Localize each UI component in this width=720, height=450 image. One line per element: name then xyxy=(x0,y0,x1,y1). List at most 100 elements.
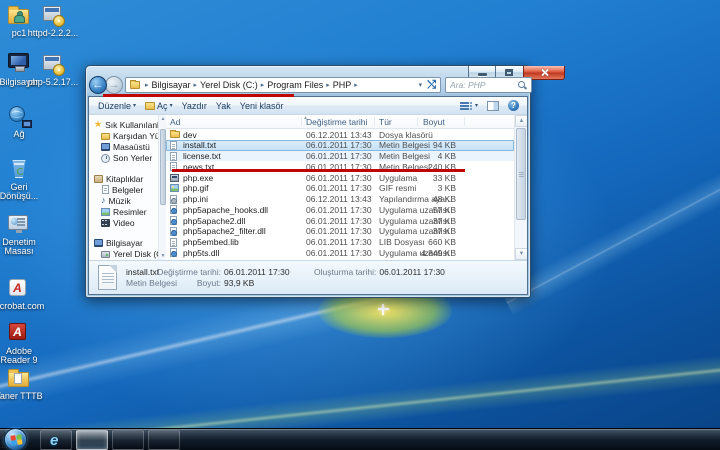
open-icon xyxy=(145,102,155,110)
control-panel-icon xyxy=(6,212,32,236)
desktop-icon-acrobat-com[interactable]: A Acrobat.com xyxy=(0,276,47,311)
start-button[interactable] xyxy=(4,428,27,450)
desktop-icon-label: php-5.2.17... xyxy=(28,77,79,87)
desktop-icon-taner-folder[interactable]: Taner TTTB xyxy=(0,366,47,401)
sidebar-group-libraries[interactable]: Kitaplıklar xyxy=(89,173,159,184)
desktop-icon-network[interactable]: Ağ xyxy=(0,104,47,139)
desktop-icon-php-installer[interactable]: php-5.2.17... xyxy=(25,52,81,87)
file-row-php5apache2-filter-dll[interactable]: php5apache2_filter.dll06.01.2011 17:30Uy… xyxy=(166,226,514,237)
breadcrumb-program-files[interactable]: Program Files xyxy=(267,80,323,90)
column-header-date[interactable]: Değiştirme tarihi xyxy=(306,117,367,127)
desktop-icon-label: Dönüşü... xyxy=(0,191,38,201)
desktop-icon-label: Acrobat.com xyxy=(0,301,44,311)
desktop-mini-icon xyxy=(101,143,110,151)
scrollbar-thumb[interactable] xyxy=(516,128,526,220)
recent-places-icon xyxy=(101,154,110,163)
breadcrumb-arrow-icon: ▸ xyxy=(351,81,361,89)
search-box[interactable]: Ara: PHP xyxy=(445,77,532,93)
organize-menu[interactable]: Düzenle▾ xyxy=(98,101,136,111)
taskbar-clock[interactable]: 13:50 06.12.2011 xyxy=(0,440,720,450)
desktop-icon-label: Reader 9 xyxy=(0,355,37,365)
change-view-icon[interactable] xyxy=(460,101,473,111)
address-bar[interactable]: ▸ Bilgisayar ▸ Yerel Disk (C:) ▸ Program… xyxy=(125,77,441,93)
file-row-php-gif[interactable]: php.gif06.01.2011 17:30GIF resmi3 KB xyxy=(166,183,514,194)
file-row-dev[interactable]: dev06.12.2011 13:43Dosya klasörü xyxy=(166,129,514,140)
sidebar-item-documents[interactable]: Belgeler xyxy=(89,184,159,195)
sidebar-group-favorites[interactable]: ★Sık Kullanılanlar xyxy=(89,119,159,130)
breadcrumb-arrow-icon: ▸ xyxy=(323,81,333,89)
desktop-icon-label: Taner TTTB xyxy=(0,391,43,401)
sidebar-item-music[interactable]: ♪Müzik xyxy=(89,195,159,206)
desktop-icon-recycle-bin[interactable]: Geri Dönüşü... xyxy=(0,157,47,201)
desktop-icon-httpd-installer[interactable]: httpd-2.2.2... xyxy=(25,3,81,38)
desktop-icon-label: Masası xyxy=(4,246,33,256)
new-folder-button[interactable]: Yeni klasör xyxy=(240,101,284,111)
computer-mini-icon xyxy=(94,239,103,247)
file-row-php-ini[interactable]: php.ini06.12.2011 13:43Yapılandırma ayar… xyxy=(166,194,514,205)
dll-file-icon xyxy=(170,248,177,257)
wallpaper-sparkle xyxy=(378,304,389,315)
installer-package-icon xyxy=(40,52,66,76)
taskbar-media-player[interactable] xyxy=(112,430,144,450)
forward-button[interactable]: → xyxy=(105,76,123,94)
refresh-icon[interactable]: ⤭ xyxy=(425,80,438,90)
folder-icon xyxy=(130,81,140,89)
file-list-scrollbar[interactable]: ▲ ▼ xyxy=(514,115,527,260)
sidebar-scrollbar[interactable]: ▲ ▼ xyxy=(158,115,166,260)
recycle-bin-icon xyxy=(6,157,32,181)
preview-pane-icon[interactable] xyxy=(487,101,499,111)
taskbar-windows-explorer-active[interactable] xyxy=(76,430,108,450)
sidebar-item-pictures[interactable]: Resimler xyxy=(89,206,159,217)
scroll-up-icon[interactable]: ▲ xyxy=(515,115,527,127)
print-button[interactable]: Yazdır xyxy=(182,101,207,111)
column-header-type[interactable]: Tür xyxy=(379,117,392,127)
desktop-icon-adobe-reader[interactable]: A Adobe Reader 9 xyxy=(0,321,47,365)
scroll-down-icon[interactable]: ▼ xyxy=(515,248,527,260)
acrobat-com-icon: A xyxy=(6,276,32,300)
breadcrumb-arrow-icon: ▸ xyxy=(258,81,268,89)
file-row-php5apache-hooks-dll[interactable]: php5apache_hooks.dll06.01.2011 17:30Uygu… xyxy=(166,204,514,215)
file-row-php5apache2-dll[interactable]: php5apache2.dll06.01.2011 17:30Uygulama … xyxy=(166,215,514,226)
adobe-reader-icon: A xyxy=(6,321,32,345)
back-button[interactable]: ← xyxy=(89,76,107,94)
dll-file-icon xyxy=(170,216,177,225)
sidebar-item-recent-places[interactable]: Son Yerler xyxy=(89,153,159,164)
file-row-php-exe[interactable]: php.exe06.01.2011 17:30Uygulama33 KB xyxy=(166,172,514,183)
sidebar-item-desktop[interactable]: Masaüstü xyxy=(89,142,159,153)
chevron-down-icon[interactable]: ▾ xyxy=(475,102,478,109)
taskbar-internet-explorer[interactable]: e xyxy=(40,430,72,450)
documents-icon xyxy=(102,185,109,194)
file-row-php5ts-dll[interactable]: php5ts.dll06.01.2011 17:30Uygulama uzant… xyxy=(166,247,514,258)
breadcrumb-drive-c[interactable]: Yerel Disk (C:) xyxy=(200,80,258,90)
column-header-size[interactable]: Boyut xyxy=(423,117,445,127)
file-row-license-txt[interactable]: license.txt06.01.2011 17:30Metin Belgesi… xyxy=(166,151,514,162)
chevron-down-icon: ▾ xyxy=(133,102,136,109)
system-tray: ▲ ✕ 13:50 06.12.2011 xyxy=(0,429,720,450)
sidebar-group-computer[interactable]: Bilgisayar xyxy=(89,237,159,248)
taskbar-paint[interactable] xyxy=(148,430,180,450)
sidebar-item-video[interactable]: Video xyxy=(89,217,159,228)
sidebar-item-drive-c[interactable]: Yerel Disk (C:) xyxy=(89,248,159,259)
desktop-icon-control-panel[interactable]: Denetim Masası xyxy=(0,212,47,256)
address-dropdown-icon[interactable]: ▾ xyxy=(416,81,426,89)
search-icon[interactable] xyxy=(518,81,527,90)
libraries-icon xyxy=(94,175,103,183)
file-rows: dev06.12.2011 13:43Dosya klasörü install… xyxy=(166,129,514,260)
breadcrumb-php[interactable]: PHP xyxy=(333,80,352,90)
help-icon[interactable]: ? xyxy=(508,100,519,111)
folder-icon xyxy=(6,366,32,390)
breadcrumb-computer[interactable]: Bilgisayar xyxy=(152,80,191,90)
taskbar: e ▲ ✕ 13:50 06.12.2011 xyxy=(0,428,720,450)
installer-package-icon xyxy=(40,3,66,27)
breadcrumb-arrow-icon: ▸ xyxy=(191,81,201,89)
sidebar-item-downloads[interactable]: Karşıdan Yüklem xyxy=(89,131,159,142)
file-row-install-txt-selected[interactable]: install.txt06.01.2011 17:30Metin Belgesi… xyxy=(166,140,514,151)
text-file-icon xyxy=(98,265,117,290)
details-modified: Değiştirme tarihi:06.01.2011 17:30 xyxy=(149,267,290,277)
file-row-php5embed-lib[interactable]: php5embed.lib06.01.2011 17:30LIB Dosyası… xyxy=(166,237,514,248)
file-list: ▴ Ad Değiştirme tarihi Tür Boyut dev06.1… xyxy=(166,115,514,260)
desktop: pc1 httpd-2.2.2... Bilgisayar php-5.2.17… xyxy=(0,0,720,450)
burn-button[interactable]: Yak xyxy=(216,101,231,111)
column-header-name[interactable]: Ad xyxy=(170,117,180,127)
open-button[interactable]: Aç▾ xyxy=(145,101,173,111)
